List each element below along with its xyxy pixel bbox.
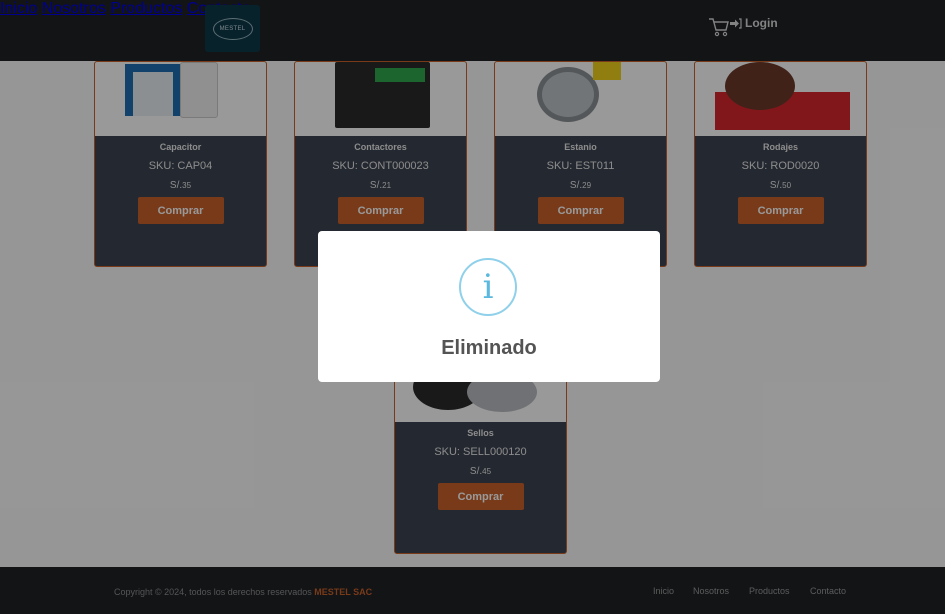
alert-dialog: i Eliminado [318, 231, 660, 382]
dialog-title: Eliminado [441, 337, 537, 359]
info-icon: i [459, 258, 517, 316]
